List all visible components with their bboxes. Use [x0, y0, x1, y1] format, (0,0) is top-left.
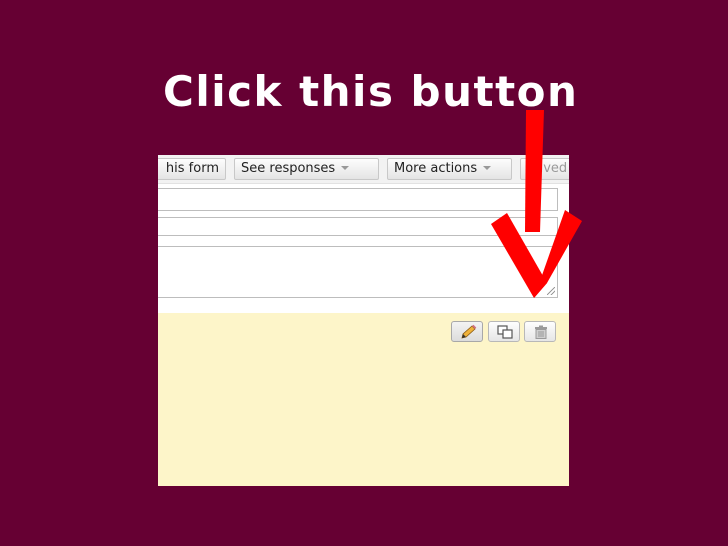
- chevron-down-icon: [341, 166, 350, 170]
- more-actions-button[interactable]: More actions: [387, 158, 512, 180]
- saved-label: Saved: [527, 161, 568, 176]
- more-actions-label: More actions: [394, 161, 478, 176]
- edit-form-label: his form: [165, 161, 219, 176]
- resize-handle-icon[interactable]: [547, 287, 555, 295]
- see-responses-button[interactable]: See responses: [234, 158, 379, 180]
- question-panel: [158, 313, 569, 486]
- help-text-input[interactable]: [158, 217, 558, 236]
- question-textarea[interactable]: [158, 246, 558, 298]
- question-title-input[interactable]: [158, 188, 558, 211]
- edit-question-button[interactable]: [451, 321, 483, 342]
- form-toolbar: his form See responses More actions Save…: [158, 155, 569, 184]
- pencil-icon: [461, 324, 477, 339]
- duplicate-question-button[interactable]: [488, 321, 520, 342]
- edit-form-button[interactable]: his form: [158, 158, 226, 180]
- slide-background: Click this button his form See responses…: [0, 0, 728, 546]
- chevron-down-icon: [483, 166, 492, 170]
- form-editor-screenshot: his form See responses More actions Save…: [158, 155, 569, 486]
- see-responses-label: See responses: [241, 161, 336, 176]
- saved-button[interactable]: Saved: [520, 158, 569, 180]
- delete-question-button[interactable]: [524, 321, 556, 342]
- slide-title: Click this button: [163, 67, 579, 116]
- duplicate-icon: [497, 325, 513, 339]
- trash-icon: [535, 325, 547, 339]
